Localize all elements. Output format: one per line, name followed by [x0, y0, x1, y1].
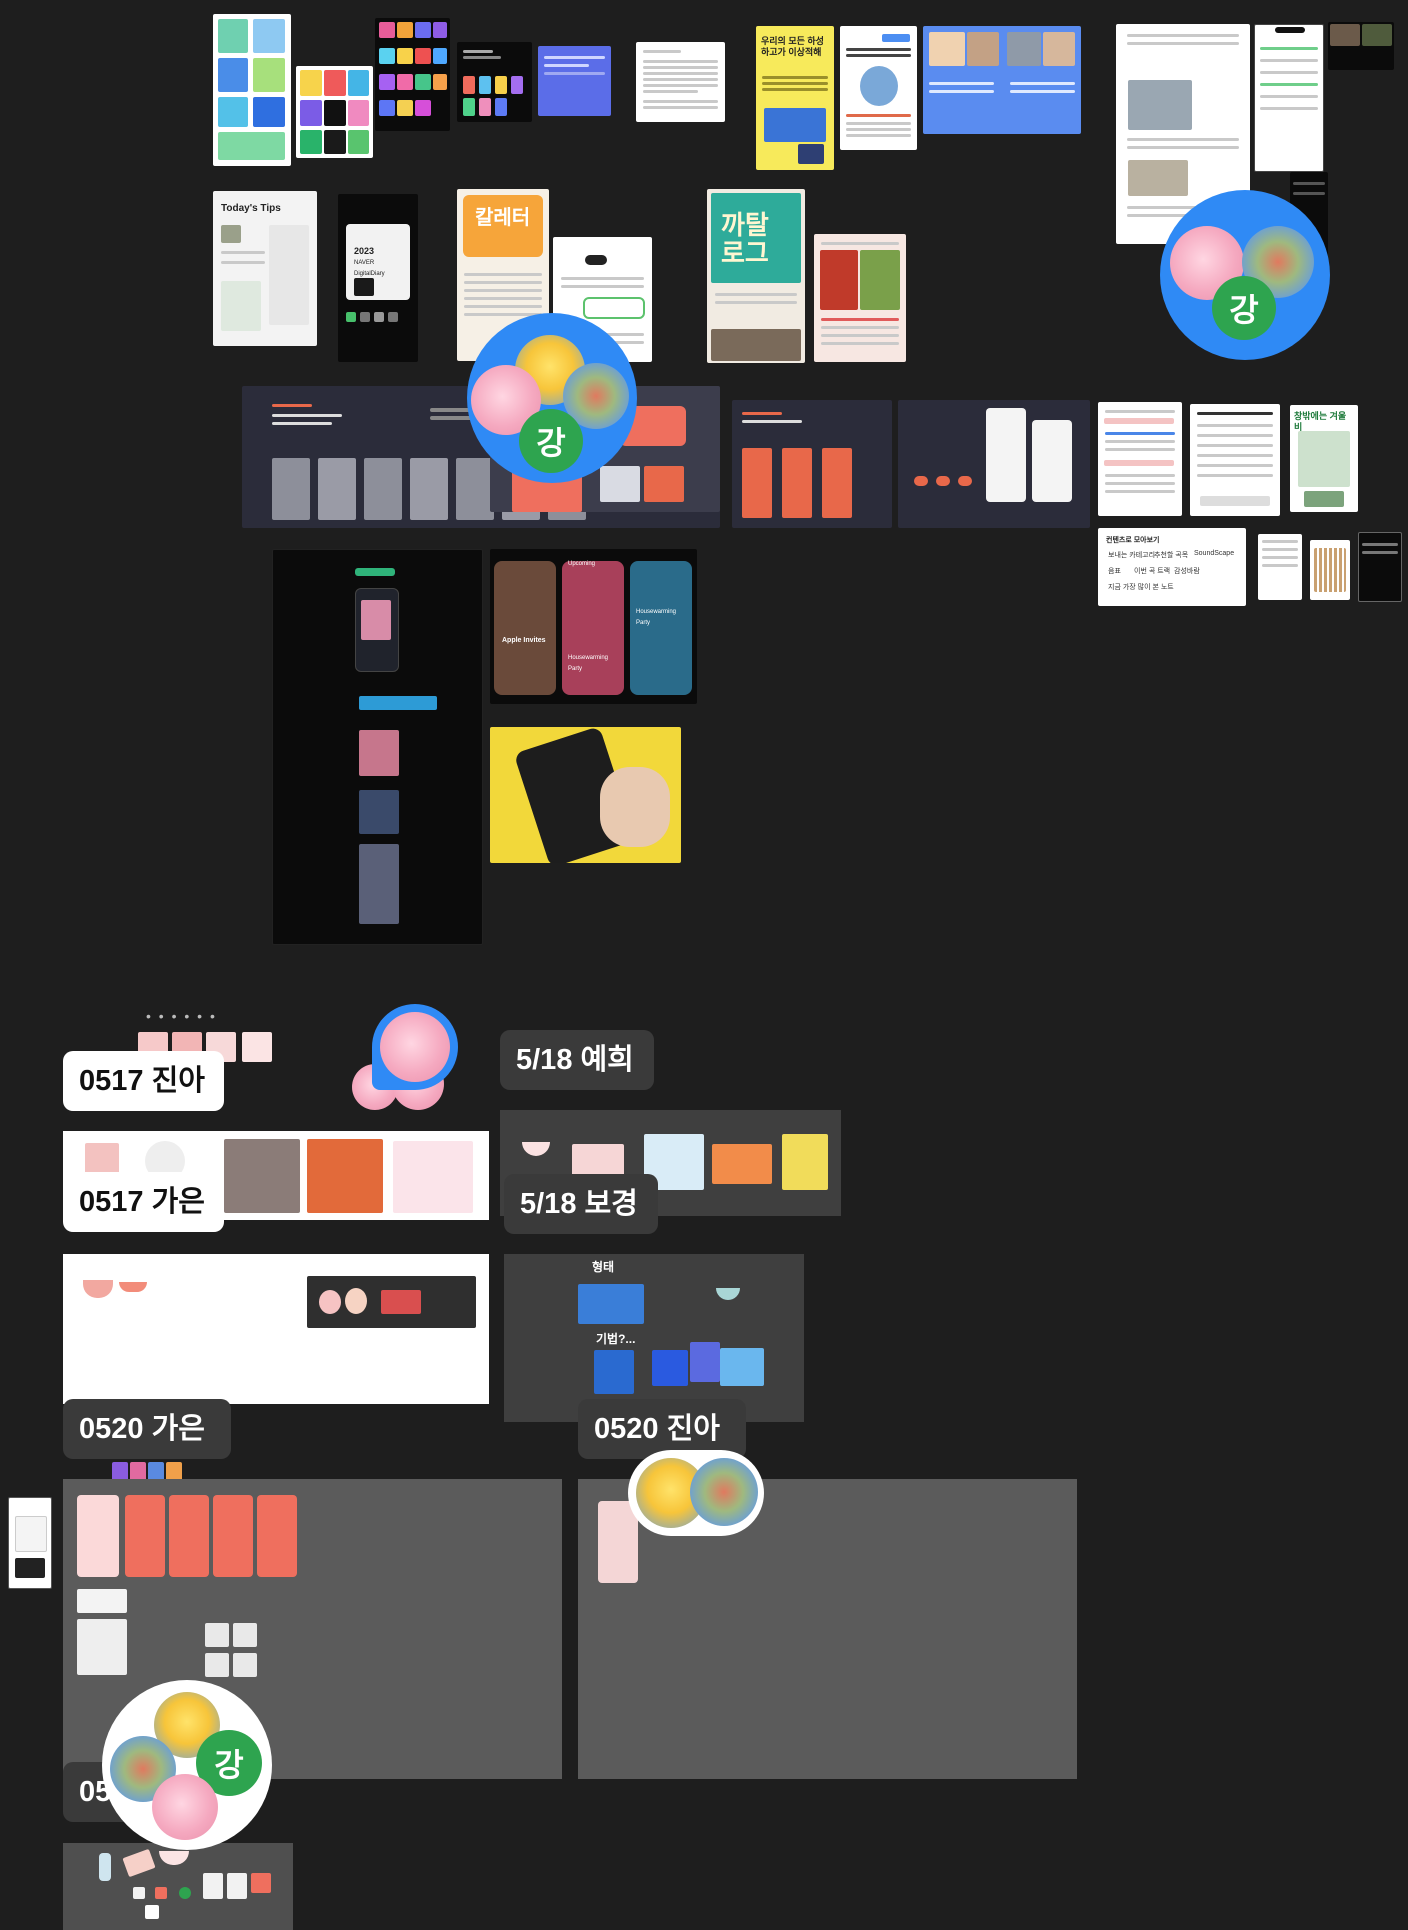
collaborator-cluster-bottom-left[interactable]: 강	[102, 1680, 272, 1850]
board-thumb-interview[interactable]	[840, 26, 917, 150]
board-thumb-app-flow[interactable]	[898, 400, 1090, 528]
chip-2[interactable]: 추천할 곡목	[1154, 550, 1188, 560]
board-thumb-dark-promo[interactable]	[457, 42, 532, 122]
board-thumb-contents-panel[interactable]: 컨텐츠로 모아보기 보내는 카테고리 추천할 곡목 SoundScape 음표 …	[1098, 528, 1246, 606]
board-thumb-green-book[interactable]: 창밖에는 겨울비	[1290, 405, 1358, 512]
form-label: 형태	[592, 1260, 615, 1274]
chip-5[interactable]: 이번 곡 트랙	[1134, 566, 1170, 576]
board-thumb-digital-diary[interactable]: 2023 NAVER DigitalDiary	[338, 194, 418, 362]
board-thumb-catalog-poster[interactable]: 까탈로그	[707, 189, 805, 363]
todays-tips-title: Today's Tips	[221, 203, 281, 214]
collaborator-cluster-middle[interactable]: 강	[467, 313, 637, 483]
board-thumb-article-doc[interactable]	[636, 42, 725, 122]
apple-invites-label: Apple Invites	[502, 637, 546, 644]
chip-3[interactable]: SoundScape	[1194, 550, 1234, 557]
board-thumb-list-doc[interactable]	[1098, 402, 1182, 516]
collaborator-pin-rabbit[interactable]	[372, 1004, 458, 1090]
section-0517-gaeun-board	[63, 1254, 489, 1404]
board-thumb-chat-log[interactable]	[1258, 534, 1302, 600]
label-518-bokyung[interactable]: 5/18 보경	[504, 1174, 658, 1234]
label-0520-gaeun[interactable]: 0520 가은	[63, 1399, 231, 1459]
board-thumb-ticket-cards[interactable]	[732, 400, 892, 528]
board-thumb-todays-tips[interactable]: Today's Tips	[213, 191, 317, 346]
section-05-board	[63, 1843, 293, 1930]
board-thumb-food-article[interactable]	[814, 234, 906, 362]
board-thumb-chat-screen[interactable]	[1254, 24, 1324, 172]
diary-year: 2023	[354, 246, 375, 256]
board-thumb-green-cards[interactable]	[213, 14, 291, 166]
pink-rabbit-avatar-icon	[380, 1012, 450, 1082]
collab-dots: • • • • • •	[146, 1008, 217, 1024]
housewarming-label-2: Housewarming Party	[636, 609, 677, 626]
section-518-bokyung-board: 형태 기법?...	[504, 1254, 804, 1422]
board-thumb-phone-flow-long[interactable]	[272, 549, 483, 945]
label-0517-gaeun[interactable]: 0517 가은	[63, 1172, 224, 1232]
board-thumb-blue-collage[interactable]	[923, 26, 1081, 134]
board-thumb-colorful-posters[interactable]	[296, 66, 373, 158]
sticker-title: 칼레터	[475, 207, 531, 229]
label-518-yehee[interactable]: 5/18 예희	[500, 1030, 654, 1090]
yellow-card-title: 우리의 모든 하성하고가 이상적해	[761, 36, 824, 57]
collaborator-cluster-0520-jina[interactable]	[628, 1450, 764, 1536]
board-thumb-video-call[interactable]	[1328, 22, 1394, 70]
holo-avatar-icon	[690, 1458, 758, 1526]
board-thumb-yellow-card[interactable]: 우리의 모든 하성하고가 이상적해	[756, 26, 834, 170]
board-thumb-yellow-phone-photo[interactable]	[490, 727, 681, 863]
green-kang-avatar-icon: 강	[1212, 276, 1276, 340]
diary-title: NAVER DigitalDiary	[354, 260, 385, 277]
board-thumb-survey-doc[interactable]	[1190, 404, 1280, 516]
pink-rabbit-avatar-icon	[152, 1774, 218, 1840]
chip-6[interactable]: 감성바람	[1174, 566, 1200, 576]
technique-label: 기법?...	[596, 1332, 636, 1346]
board-thumb-side-phone[interactable]	[8, 1497, 52, 1589]
label-0517-jina[interactable]: 0517 진아	[63, 1051, 224, 1111]
contents-title: 컨텐츠로 모아보기	[1106, 537, 1160, 544]
chip-7[interactable]: 지금 가장 많이 본 노트	[1108, 582, 1174, 592]
board-thumb-apple-invites[interactable]: Apple Invites Upcoming Housewarming Part…	[490, 549, 697, 704]
catalog-poster-title: 까탈로그	[721, 210, 769, 268]
green-book-title: 창밖에는 겨울비	[1294, 411, 1347, 432]
board-thumb-app-icons[interactable]	[375, 18, 450, 131]
upcoming-label: Upcoming	[568, 561, 596, 567]
board-thumb-sticker-grid[interactable]	[1310, 540, 1350, 600]
chip-1[interactable]: 보내는 카테고리	[1108, 550, 1155, 560]
green-kang-avatar-icon: 강	[519, 409, 583, 473]
chip-4[interactable]: 음표	[1108, 566, 1121, 576]
board-thumb-blue-screen[interactable]	[538, 46, 611, 116]
board-thumb-dark-text[interactable]	[1358, 532, 1402, 602]
collaborator-cluster-top-right[interactable]: 강	[1160, 190, 1330, 360]
housewarming-label: Housewarming Party	[568, 655, 609, 672]
